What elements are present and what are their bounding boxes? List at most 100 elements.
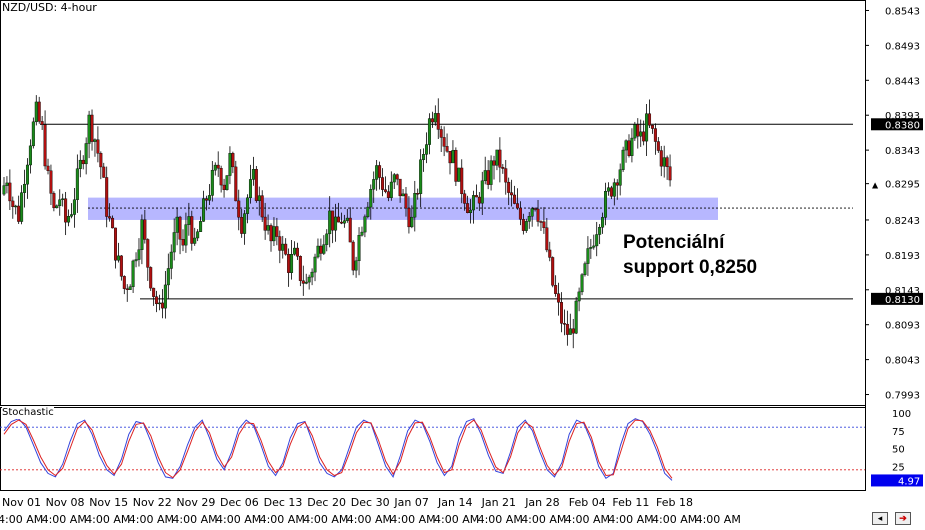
annotation-line-2: support 0,8250 — [623, 257, 758, 278]
candle-body — [375, 165, 379, 180]
candle-body — [498, 149, 502, 168]
stochastic-tick-label: 50 — [892, 445, 905, 456]
candle-body — [204, 198, 208, 201]
scroll-left-icon[interactable]: ◂ — [872, 512, 888, 525]
candle-body — [451, 149, 455, 164]
current-price-arrow: ▲ — [872, 181, 879, 190]
candle-body — [278, 236, 282, 251]
time-tick-label: 4:00 AM — [652, 513, 697, 525]
time-tick-label: 4:00 AM — [129, 513, 174, 525]
candle-body — [43, 124, 47, 167]
candle-body — [592, 245, 596, 248]
candle-body — [316, 245, 320, 258]
time-tick-label: 4:00 AM — [478, 513, 523, 525]
arrow-right-icon[interactable]: ➔ — [895, 512, 911, 525]
candle-body — [469, 209, 473, 214]
candle-body — [381, 177, 385, 190]
candle-body — [37, 101, 41, 122]
candle-body — [298, 256, 302, 281]
stochastic-tick-label: 75 — [892, 427, 905, 438]
candle-body — [87, 114, 91, 144]
candle-body — [662, 157, 666, 167]
candle-body — [448, 151, 452, 164]
time-tick-label: 4:00 AM — [0, 513, 43, 525]
candle-body — [105, 177, 109, 217]
candle-body — [122, 276, 126, 289]
candle-body — [342, 220, 346, 224]
candle-body — [589, 246, 593, 249]
candle-body — [571, 328, 575, 334]
candle-body — [609, 187, 613, 197]
time-tick-label: 4:00 AM — [216, 513, 261, 525]
price-tick-label: 0.8493 — [885, 41, 920, 52]
candle-body — [75, 168, 79, 200]
stochastic-value-text: 4.97 — [898, 476, 920, 487]
candle-body — [248, 179, 252, 199]
candle-body — [551, 257, 555, 286]
candle-body — [20, 192, 24, 222]
candle-body — [322, 244, 326, 254]
candle-body — [169, 251, 173, 269]
candle-body — [527, 216, 531, 222]
current-price-text: 0.8295 — [885, 180, 920, 191]
candle-body — [113, 227, 117, 261]
candle-body — [665, 157, 669, 167]
candle-body — [187, 216, 191, 225]
candle-body — [595, 234, 599, 247]
candle-body — [31, 121, 35, 147]
candle-body — [348, 217, 352, 243]
candle-body — [407, 207, 411, 228]
candle-body — [554, 285, 558, 294]
candle-body — [372, 179, 376, 190]
candle-body — [615, 182, 619, 186]
candle-body — [360, 231, 364, 236]
price-tick-label: 0.8443 — [885, 76, 920, 87]
candle-body — [536, 208, 540, 222]
candle-body — [351, 241, 355, 271]
candle-body — [5, 182, 9, 186]
candle-body — [430, 118, 434, 123]
candle-body — [102, 166, 106, 178]
candle-body — [55, 205, 59, 209]
candle-body — [128, 286, 132, 290]
candle-body — [513, 194, 517, 204]
candle-body — [439, 129, 443, 138]
date-tick-label: Nov 22 — [133, 496, 172, 509]
candle-body — [612, 182, 616, 197]
time-tick-label: 4:00 AM — [434, 513, 479, 525]
candle-body — [639, 131, 643, 137]
candle-body — [222, 184, 226, 190]
candle-body — [307, 276, 311, 283]
candle-body — [386, 191, 390, 198]
candle-body — [266, 225, 270, 231]
candle-body — [160, 302, 164, 309]
candle-body — [501, 167, 505, 169]
candle-body — [510, 192, 514, 196]
candle-body — [181, 239, 185, 246]
date-tick-label: Dec 30 — [351, 496, 390, 509]
candle-body — [401, 193, 405, 197]
candle-body — [389, 181, 393, 198]
candle-body — [210, 169, 214, 196]
candle-body — [281, 243, 285, 251]
price-label-text: 0.8380 — [885, 120, 920, 131]
candle-body — [636, 124, 640, 137]
price-tick-label: 0.8243 — [885, 216, 920, 227]
candle-body — [395, 174, 399, 180]
chart-canvas[interactable]: 0.85430.84930.84430.83930.83430.82950.82… — [0, 0, 925, 526]
date-tick-label: Jan 07 — [393, 496, 428, 509]
candle-body — [301, 280, 305, 284]
time-tick-label: 4:00 AM — [42, 513, 87, 525]
candle-body — [436, 113, 440, 130]
candle-body — [216, 164, 220, 169]
price-tick-label: 0.8093 — [885, 321, 920, 332]
stochastic-tick-label: 100 — [892, 409, 911, 420]
candle-body — [507, 181, 511, 193]
candle-body — [96, 139, 100, 154]
indicator-title: Stochastic — [2, 407, 54, 419]
time-tick-label: 4:00 AM — [608, 513, 653, 525]
price-label-text: 0.8130 — [885, 295, 920, 306]
date-tick-label: Nov 01 — [2, 496, 41, 509]
candle-body — [492, 160, 496, 166]
candle-body — [410, 216, 414, 228]
